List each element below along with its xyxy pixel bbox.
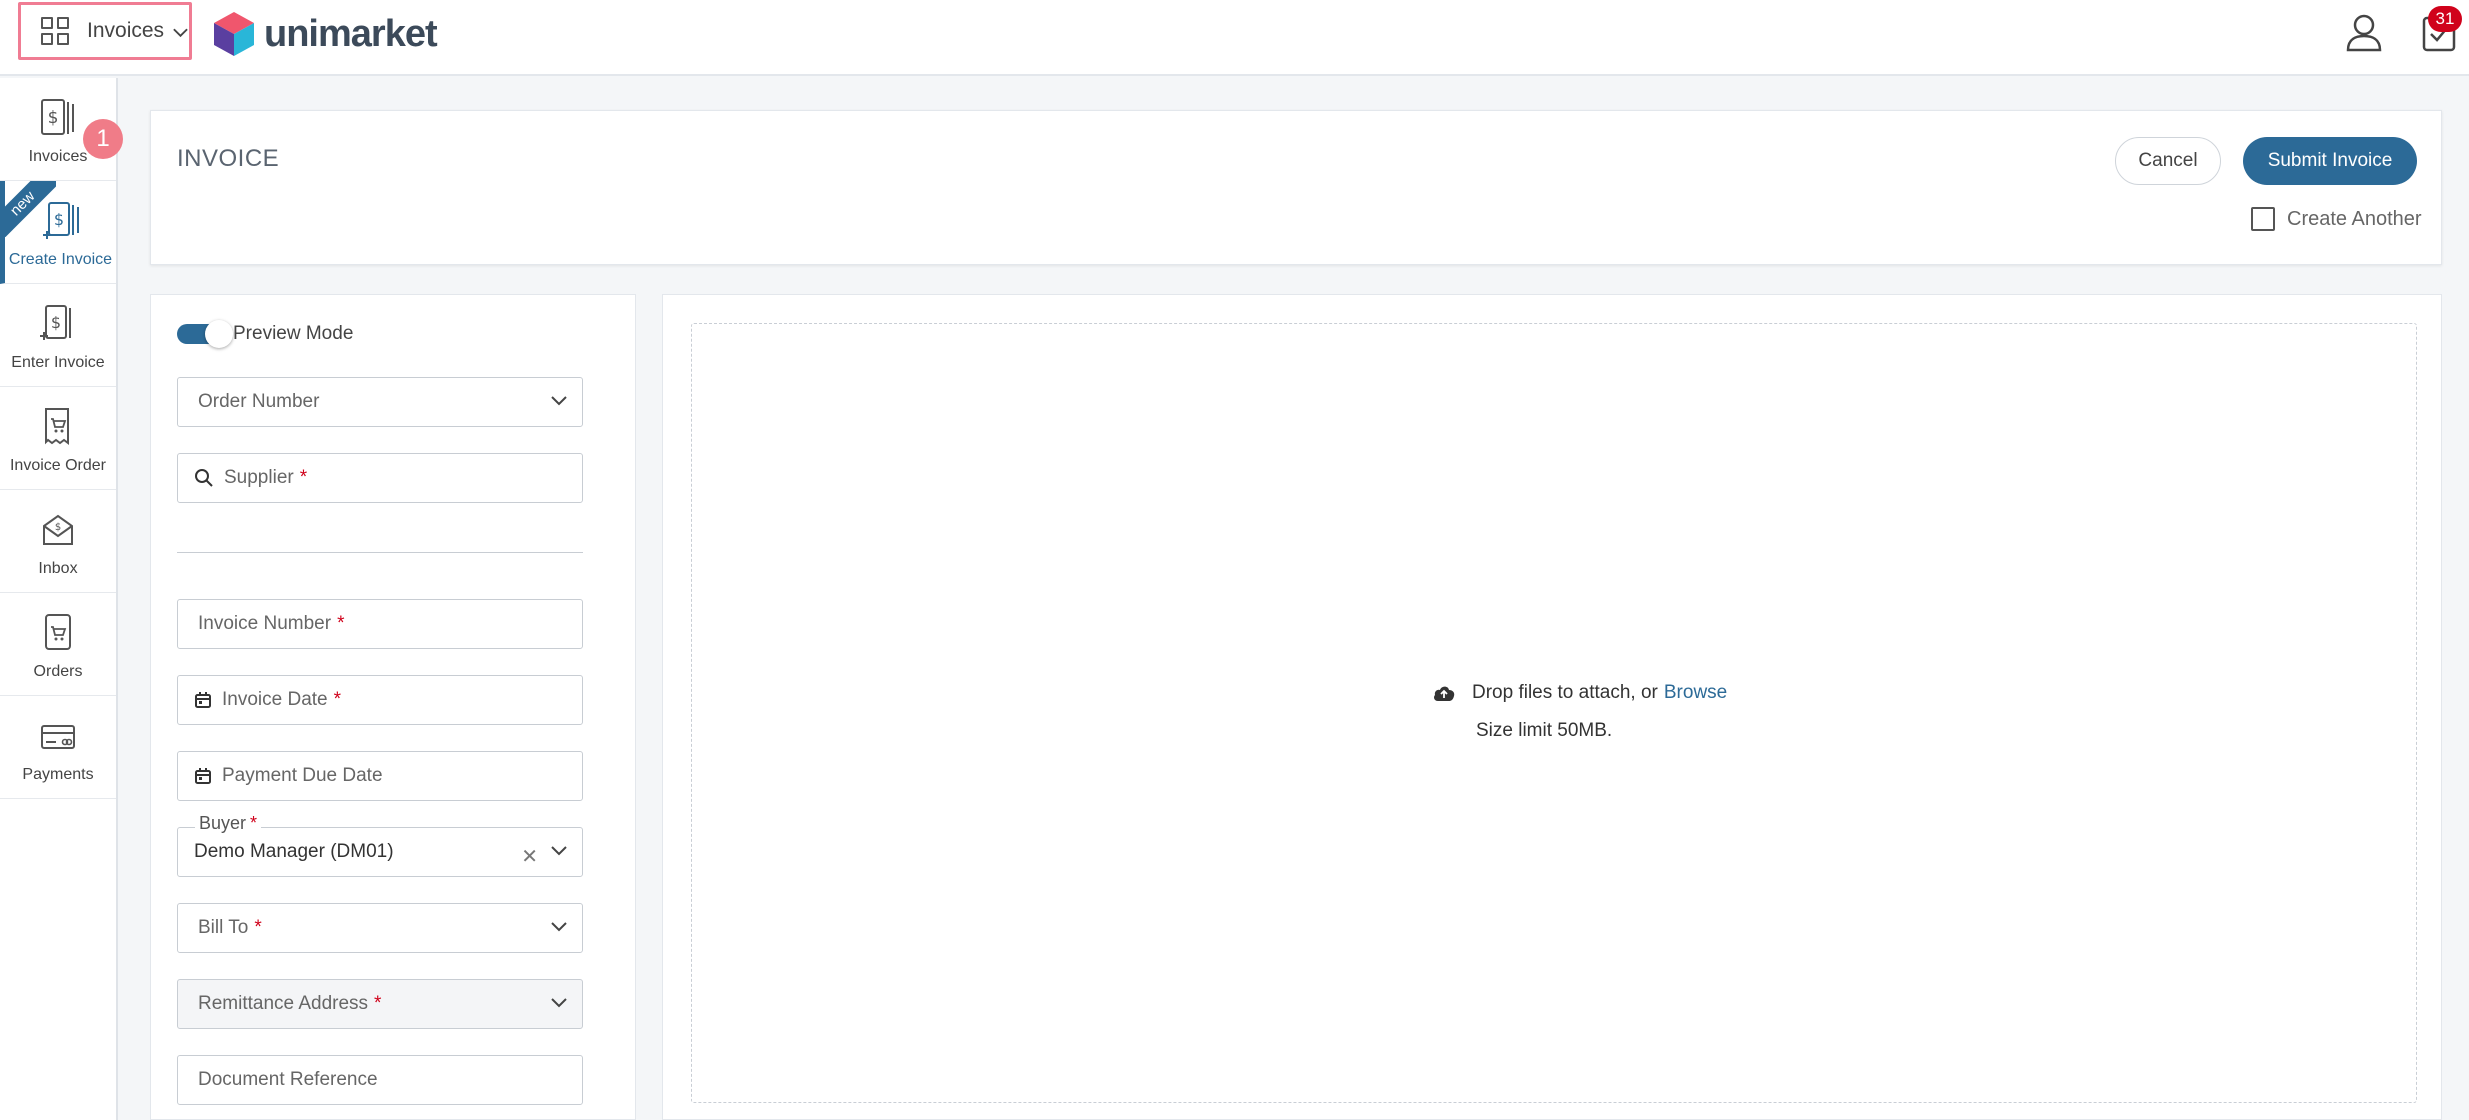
payments-card-icon [41, 725, 75, 749]
sidebar-item-create-invoice[interactable]: new $ Create Invoice [0, 181, 116, 284]
brand-logo[interactable]: unimarket [212, 10, 438, 58]
calendar-icon [195, 692, 211, 708]
chevron-down-icon [551, 922, 567, 932]
document-reference-placeholder: Document Reference [198, 1069, 378, 1090]
sidebar-item-orders[interactable]: Orders [0, 593, 116, 696]
buyer-select[interactable]: Demo Manager (DM01) ✕ [177, 827, 583, 877]
chevron-down-icon [551, 396, 567, 406]
required-mark: * [333, 689, 342, 710]
svg-text:$: $ [48, 108, 59, 128]
invoice-order-icon [45, 408, 69, 445]
calendar-icon [195, 768, 211, 784]
bill-to-select[interactable]: Bill To * [177, 903, 583, 953]
sidebar-item-label: Payments [22, 766, 94, 783]
sidebar-item-label: Create Invoice [8, 251, 113, 268]
inbox-icon: $ [43, 514, 73, 545]
required-mark: * [374, 993, 382, 1014]
invoice-header-card: INVOICE Cancel Submit Invoice Create Ano… [150, 110, 2442, 265]
chevron-down-icon [173, 28, 188, 38]
create-another-label: Create Another [2287, 207, 2422, 230]
sidebar: $ Invoices new $ Create Invoice $ Enter … [0, 78, 118, 1120]
app-switcher-button[interactable]: Invoices [18, 2, 192, 60]
svg-text:$: $ [51, 313, 61, 332]
document-reference-input[interactable]: Document Reference [177, 1055, 583, 1105]
page-title: INVOICE [177, 145, 280, 172]
checkbox-box[interactable] [2251, 207, 2275, 231]
invoice-icon: $ [41, 99, 74, 135]
invoice-number-placeholder: Invoice Number [198, 613, 332, 634]
supplier-search-input[interactable]: Supplier * [177, 453, 583, 503]
order-number-select[interactable]: Order Number [177, 377, 583, 427]
required-mark: * [250, 813, 258, 833]
cloud-upload-icon [1434, 686, 1455, 701]
clear-icon[interactable]: ✕ [521, 844, 538, 869]
svg-text:$: $ [55, 522, 61, 533]
apps-grid-icon [41, 17, 69, 45]
payment-due-date-placeholder: Payment Due Date [222, 765, 383, 786]
buyer-value: Demo Manager (DM01) [194, 841, 394, 862]
bill-to-placeholder: Bill To [198, 917, 249, 938]
order-number-placeholder: Order Number [198, 391, 320, 412]
sidebar-item-label: Invoice Order [9, 457, 107, 474]
preview-mode-toggle[interactable] [177, 320, 233, 348]
buyer-label: Buyer * [195, 813, 262, 834]
size-limit-text: Size limit 50MB. [1476, 720, 1613, 741]
sidebar-item-invoice-order[interactable]: Invoice Order [0, 387, 116, 490]
required-mark: * [299, 467, 308, 488]
supplier-placeholder: Supplier [224, 467, 294, 488]
brand-wordmark: unimarket [264, 12, 438, 55]
invoice-number-input[interactable]: Invoice Number * [177, 599, 583, 649]
create-another-checkbox[interactable]: Create Another [2251, 207, 2422, 231]
unimarket-cube-icon [214, 12, 254, 56]
sidebar-item-enter-invoice[interactable]: $ Enter Invoice [0, 284, 116, 387]
cancel-button[interactable]: Cancel [2115, 137, 2221, 185]
preview-mode-toggle-row[interactable]: Preview Mode [177, 320, 354, 348]
drop-text: Drop files to attach, or [1472, 682, 1658, 703]
browse-link[interactable]: Browse [1664, 682, 1727, 704]
preview-mode-label: Preview Mode [233, 323, 354, 344]
search-icon [195, 469, 213, 487]
sidebar-item-label: Enter Invoice [11, 354, 105, 371]
tasks-count-badge: 31 [2428, 6, 2462, 32]
sidebar-item-label: Invoices [28, 148, 88, 165]
sidebar-item-label: Orders [33, 663, 83, 680]
chevron-down-icon [551, 998, 567, 1008]
remittance-address-placeholder: Remittance Address [198, 993, 369, 1014]
sidebar-item-payments[interactable]: Payments [0, 696, 116, 799]
payment-due-date-input[interactable]: Payment Due Date [177, 751, 583, 801]
orders-icon [45, 614, 71, 650]
required-mark: * [254, 917, 262, 938]
user-profile-icon[interactable] [2344, 12, 2384, 52]
submit-invoice-button[interactable]: Submit Invoice [2243, 137, 2417, 185]
sidebar-item-label: Inbox [38, 560, 78, 577]
invoice-date-placeholder: Invoice Date [222, 689, 328, 710]
step-badge: 1 [83, 119, 123, 159]
invoice-form-panel: Preview Mode Order Number Supplier * Invo… [150, 294, 636, 1120]
chevron-down-icon[interactable] [550, 845, 568, 857]
new-ribbon: new [0, 181, 56, 237]
app-switcher-label: Invoices [87, 19, 165, 42]
enter-invoice-icon: $ [40, 305, 71, 340]
sidebar-item-inbox[interactable]: $ Inbox [0, 490, 116, 593]
invoice-date-input[interactable]: Invoice Date * [177, 675, 583, 725]
attachment-panel: Drop files to attach, or Browse Size lim… [662, 294, 2442, 1120]
required-mark: * [337, 613, 345, 634]
file-dropzone[interactable]: Drop files to attach, or Browse Size lim… [691, 323, 2417, 1103]
drop-instructions: Drop files to attach, or Browse [1432, 682, 1727, 704]
form-divider [177, 552, 583, 553]
top-bar: Invoices unimarket 31 [0, 0, 2469, 76]
remittance-address-select[interactable]: Remittance Address * [177, 979, 583, 1029]
